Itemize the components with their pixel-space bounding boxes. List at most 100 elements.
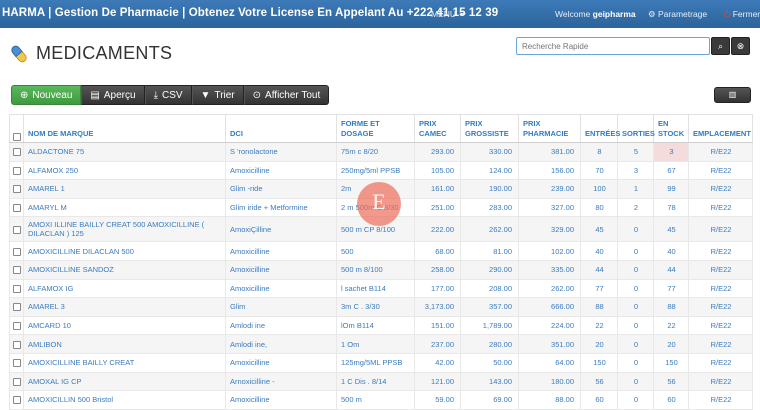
table-row[interactable]: AMAREL 3 Glim 3m C . 3/30 3,173.00 357.00 666…: [9, 297, 753, 317]
row-checkbox-cell[interactable]: [9, 142, 24, 162]
row-checkbox[interactable]: [12, 185, 21, 194]
dci-cell: Amoxicilline: [225, 278, 337, 299]
nom-cell[interactable]: AMARYL M: [23, 197, 226, 218]
table-row[interactable]: AMOXICILLINE SANDOZ Amoxicilline 500 m 8/1…: [9, 259, 753, 280]
row-checkbox[interactable]: [12, 266, 21, 275]
nom-cell[interactable]: AMAREL 3: [23, 297, 226, 317]
row-checkbox[interactable]: [12, 204, 21, 213]
table-row[interactable]: ALFAMOX IG Amoxicilline l sachet B114 177.0…: [9, 278, 753, 299]
row-checkbox-cell[interactable]: [9, 334, 24, 354]
prix-camec-cell: 121.00: [414, 371, 461, 392]
row-checkbox[interactable]: [12, 166, 21, 175]
prix-camec-cell: 237.00: [414, 334, 461, 354]
nouveau-button[interactable]: ⊕ Nouveau: [11, 85, 82, 105]
col-prix-pharmacie[interactable]: PRIX PHARMACIE: [518, 114, 581, 143]
col-nom-de-marque[interactable]: NOM DE MARQUE: [23, 114, 226, 143]
table-row[interactable]: AMCARD 10 Amlodi ine lOm B114 151.00 1,789.0…: [9, 315, 753, 336]
nom-cell[interactable]: ALFAMOX 250: [23, 160, 226, 181]
table-row[interactable]: ALFAMOX 250 Amoxicilline 250mg/5ml PPSB 105…: [9, 160, 753, 181]
search-input[interactable]: [516, 37, 710, 55]
nom-cell[interactable]: ALFAMOX IG: [23, 278, 226, 299]
dci-cell: Glim: [225, 297, 337, 317]
nom-cell[interactable]: AMOXICILLINE DILACLAN 500: [23, 241, 226, 261]
select-all-checkbox-cell[interactable]: [9, 114, 24, 143]
row-checkbox[interactable]: [12, 396, 21, 405]
row-checkbox-cell[interactable]: [9, 216, 24, 243]
clear-search-button[interactable]: ⊗: [731, 37, 750, 55]
table-row[interactable]: AMOXICILLINE DILACLAN 500 Amoxicilline 500…: [9, 241, 753, 261]
emplacement-cell: R/E22: [688, 371, 753, 392]
table-row[interactable]: AMOXICILLINE BAILLY CREAT Amoxicilline 125…: [9, 352, 753, 373]
row-checkbox[interactable]: [12, 322, 21, 331]
row-checkbox[interactable]: [12, 247, 21, 256]
sorties-cell: 0: [617, 315, 654, 336]
row-checkbox-cell[interactable]: [9, 259, 24, 280]
nom-cell[interactable]: AMOXAL IG CP: [23, 371, 226, 392]
table-row[interactable]: AMLIBON Amlodi ine, 1 Om 237.00 280.00 351.00…: [9, 334, 753, 354]
select-all-checkbox[interactable]: [12, 133, 21, 142]
prix-camec-cell: 42.00: [414, 352, 461, 373]
logout-link[interactable]: ⏻ Fermer: [724, 9, 760, 20]
row-checkbox[interactable]: [12, 284, 21, 293]
col-dci[interactable]: DCI: [225, 114, 337, 143]
row-checkbox-cell[interactable]: [9, 179, 24, 199]
nom-cell[interactable]: AMOXI ILLINE BAILLY CREAT 500 AMOXICILLI…: [23, 216, 226, 243]
row-checkbox-cell[interactable]: [9, 241, 24, 261]
row-checkbox[interactable]: [12, 359, 21, 368]
forme-cell: 250mg/5ml PPSB: [336, 160, 415, 181]
entrees-cell: 88: [580, 297, 618, 317]
row-checkbox-cell[interactable]: [9, 297, 24, 317]
prix-camec-cell: 151.00: [414, 315, 461, 336]
col-en-stock[interactable]: EN STOCK: [653, 114, 689, 143]
col-emplacement[interactable]: EMPLACEMENT: [688, 114, 753, 143]
row-checkbox[interactable]: [12, 340, 21, 349]
row-checkbox-cell[interactable]: [9, 315, 24, 336]
row-checkbox[interactable]: [12, 303, 21, 312]
nom-cell[interactable]: AMOXICILLIN 500 Bristol: [23, 390, 226, 410]
nom-cell[interactable]: AMLIBON: [23, 334, 226, 354]
nom-cell[interactable]: AMAREL 1: [23, 179, 226, 199]
row-checkbox-cell[interactable]: [9, 278, 24, 299]
row-checkbox[interactable]: [12, 225, 21, 234]
emplacement-cell: R/E22: [688, 197, 753, 218]
row-checkbox-cell[interactable]: [9, 371, 24, 392]
csv-button[interactable]: ⤓ CSV: [144, 85, 192, 105]
table-row[interactable]: AMOXAL IG CP Arnoxicilline -1 C Dis . 8/1…: [9, 371, 753, 392]
pill-icon: [11, 45, 27, 63]
col-entrees[interactable]: ENTRÉES: [580, 114, 620, 143]
prix-camec-cell: 105.00: [414, 160, 461, 181]
table-row[interactable]: ALDACTONE 75 S 'ronolactone 75m c 8/20 293.…: [9, 142, 753, 162]
apercu-button[interactable]: ▤ Aperçu: [81, 85, 145, 105]
row-checkbox-cell[interactable]: [9, 390, 24, 410]
parametrage-link[interactable]: ⚙ Parametrage: [648, 9, 707, 20]
trier-button[interactable]: ▼ Trier: [191, 85, 244, 105]
prix-camec-cell: 161.00: [414, 179, 461, 199]
col-sorties[interactable]: SORTIES: [617, 114, 655, 143]
nom-cell[interactable]: ALDACTONE 75: [23, 142, 226, 162]
nom-cell[interactable]: AMCARD 10: [23, 315, 226, 336]
row-checkbox[interactable]: [12, 148, 21, 157]
afficher-tout-button[interactable]: ⊙ Afficher Tout: [243, 85, 330, 105]
row-checkbox-cell[interactable]: [9, 197, 24, 218]
col-prix-camec[interactable]: PRIX CAMEC: [414, 114, 461, 143]
stock-cell: 150: [653, 352, 689, 373]
app-brand-title[interactable]: HARMA | Gestion De Pharmacie | Obtenez V…: [2, 7, 498, 19]
entrees-cell: 45: [580, 216, 618, 243]
prix-grossiste-cell: 143.00: [460, 371, 519, 392]
row-checkbox[interactable]: [12, 377, 21, 386]
col-prix-grossiste[interactable]: PRIX GROSSISTE: [460, 114, 519, 143]
nom-cell[interactable]: AMOXICILLINE SANDOZ: [23, 259, 226, 280]
nom-cell[interactable]: AMOXICILLINE BAILLY CREAT: [23, 352, 226, 373]
entrees-cell: 56: [580, 371, 618, 392]
columns-toggle-button[interactable]: ▥: [714, 87, 751, 103]
col-forme-dosage[interactable]: FORME ET DOSAGE: [336, 114, 415, 143]
prix-pharmacie-cell: 180.00: [518, 371, 581, 392]
menu-dropdown[interactable]: MENU: [431, 9, 467, 19]
table-row[interactable]: AMOXICILLIN 500 Bristol Amoxicilline 500 m…: [9, 390, 753, 410]
row-checkbox-cell[interactable]: [9, 160, 24, 181]
sorties-cell: 0: [617, 241, 654, 261]
row-checkbox-cell[interactable]: [9, 352, 24, 373]
search-button[interactable]: ⌕: [711, 37, 730, 55]
entrees-cell: 100: [580, 179, 618, 199]
stock-cell: 88: [653, 297, 689, 317]
